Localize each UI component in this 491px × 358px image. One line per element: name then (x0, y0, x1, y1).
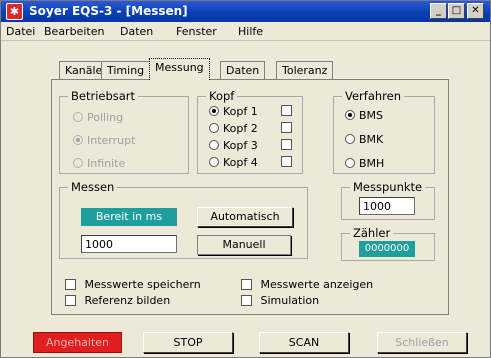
checkbox-box (241, 279, 252, 290)
group-messen-title: Messen (68, 180, 118, 194)
radio-indicator (209, 140, 219, 150)
radio-kopf-3-label: Kopf 3 (223, 139, 258, 152)
messen-value-input[interactable]: 1000 (81, 235, 177, 253)
radio-indicator (345, 110, 355, 120)
radio-interrupt[interactable]: Interrupt (73, 134, 135, 147)
radio-kopf-1[interactable]: Kopf 1 (209, 105, 258, 118)
radio-indicator (73, 158, 83, 168)
radio-infinite-label: Infinite (87, 157, 126, 170)
checkbox-messwerte-speichern[interactable]: Messwerte speichern (65, 278, 201, 291)
radio-kopf-1-label: Kopf 1 (223, 105, 258, 118)
radio-kopf-3[interactable]: Kopf 3 (209, 139, 258, 152)
radio-bmh-label: BMH (359, 157, 385, 170)
checkbox-messwerte-speichern-label: Messwerte speichern (84, 278, 201, 291)
checkbox-kopf-2[interactable] (281, 122, 292, 133)
status-angehalten: Angehalten (33, 332, 122, 353)
group-zaehler-title: Zähler (350, 226, 394, 240)
group-betriebsart-title: Betriebsart (68, 89, 139, 103)
radio-bmk-label: BMK (359, 133, 384, 146)
status-bereit: Bereit in ms (81, 208, 177, 226)
tab-messung[interactable]: Messung (149, 58, 210, 80)
menu-fenster[interactable]: Fenster (176, 25, 217, 38)
radio-polling[interactable]: Polling (73, 111, 123, 124)
radio-infinite[interactable]: Infinite (73, 157, 125, 170)
title-bar[interactable]: ✱ Soyer EQS-3 - [Messen] _ □ ✕ (1, 1, 490, 22)
automatisch-button[interactable]: Automatisch (197, 207, 293, 227)
radio-kopf-2[interactable]: Kopf 2 (209, 122, 258, 135)
scan-button[interactable]: SCAN (259, 332, 349, 353)
close-button[interactable]: ✕ (467, 3, 484, 19)
checkbox-messwerte-anzeigen[interactable]: Messwerte anzeigen (241, 278, 373, 291)
checkbox-box (241, 295, 252, 306)
radio-indicator (345, 134, 355, 144)
radio-interrupt-label: Interrupt (87, 134, 136, 147)
group-kopf-title: Kopf (206, 89, 238, 103)
radio-bms-label: BMS (359, 109, 384, 122)
tab-toleranz[interactable]: Toleranz (276, 61, 334, 79)
stop-button[interactable]: STOP (143, 332, 233, 353)
minimize-button[interactable]: _ (430, 3, 447, 19)
checkbox-kopf-3[interactable] (281, 139, 292, 150)
menu-bearbeiten[interactable]: Bearbeiten (44, 25, 104, 38)
menu-bar: Datei Bearbeiten Daten Fenster Hilfe (1, 22, 490, 41)
checkbox-simulation[interactable]: Simulation (241, 294, 319, 307)
radio-indicator (73, 135, 83, 145)
radio-bms[interactable]: BMS (345, 109, 383, 122)
checkbox-kopf-4[interactable] (281, 156, 292, 167)
zaehler-display: 0000000 (359, 241, 415, 257)
tab-timing[interactable]: Timing (101, 61, 151, 79)
main-window: ✱ Soyer EQS-3 - [Messen] _ □ ✕ Datei Bea… (0, 0, 491, 358)
radio-kopf-2-label: Kopf 2 (223, 122, 258, 135)
checkbox-referenz-bilden[interactable]: Referenz bilden (65, 294, 170, 307)
checkbox-box (65, 279, 76, 290)
checkbox-simulation-label: Simulation (260, 294, 320, 307)
group-verfahren-title: Verfahren (342, 89, 405, 103)
radio-polling-label: Polling (87, 111, 124, 124)
messpunkte-input[interactable]: 1000 (359, 197, 415, 215)
checkbox-kopf-1[interactable] (281, 105, 292, 116)
app-icon[interactable]: ✱ (6, 3, 23, 20)
radio-kopf-4-label: Kopf 4 (223, 156, 258, 169)
menu-hilfe[interactable]: Hilfe (238, 25, 263, 38)
schliessen-button[interactable]: Schließen (377, 332, 467, 353)
maximize-button[interactable]: □ (448, 3, 465, 19)
radio-indicator (345, 158, 355, 168)
menu-daten[interactable]: Daten (120, 25, 153, 38)
radio-indicator (209, 106, 219, 116)
radio-bmh[interactable]: BMH (345, 157, 384, 170)
radio-indicator (209, 157, 219, 167)
checkbox-messwerte-anzeigen-label: Messwerte anzeigen (260, 278, 374, 291)
checkbox-referenz-bilden-label: Referenz bilden (84, 294, 171, 307)
window-title: Soyer EQS-3 - [Messen] (29, 4, 188, 18)
radio-indicator (73, 112, 83, 122)
tab-daten[interactable]: Daten (220, 61, 266, 79)
group-messpunkte-title: Messpunkte (350, 180, 426, 194)
radio-indicator (209, 123, 219, 133)
checkbox-box (65, 295, 76, 306)
radio-bmk[interactable]: BMK (345, 133, 383, 146)
menu-datei[interactable]: Datei (6, 25, 35, 38)
radio-kopf-4[interactable]: Kopf 4 (209, 156, 258, 169)
manuell-button[interactable]: Manuell (197, 235, 291, 255)
